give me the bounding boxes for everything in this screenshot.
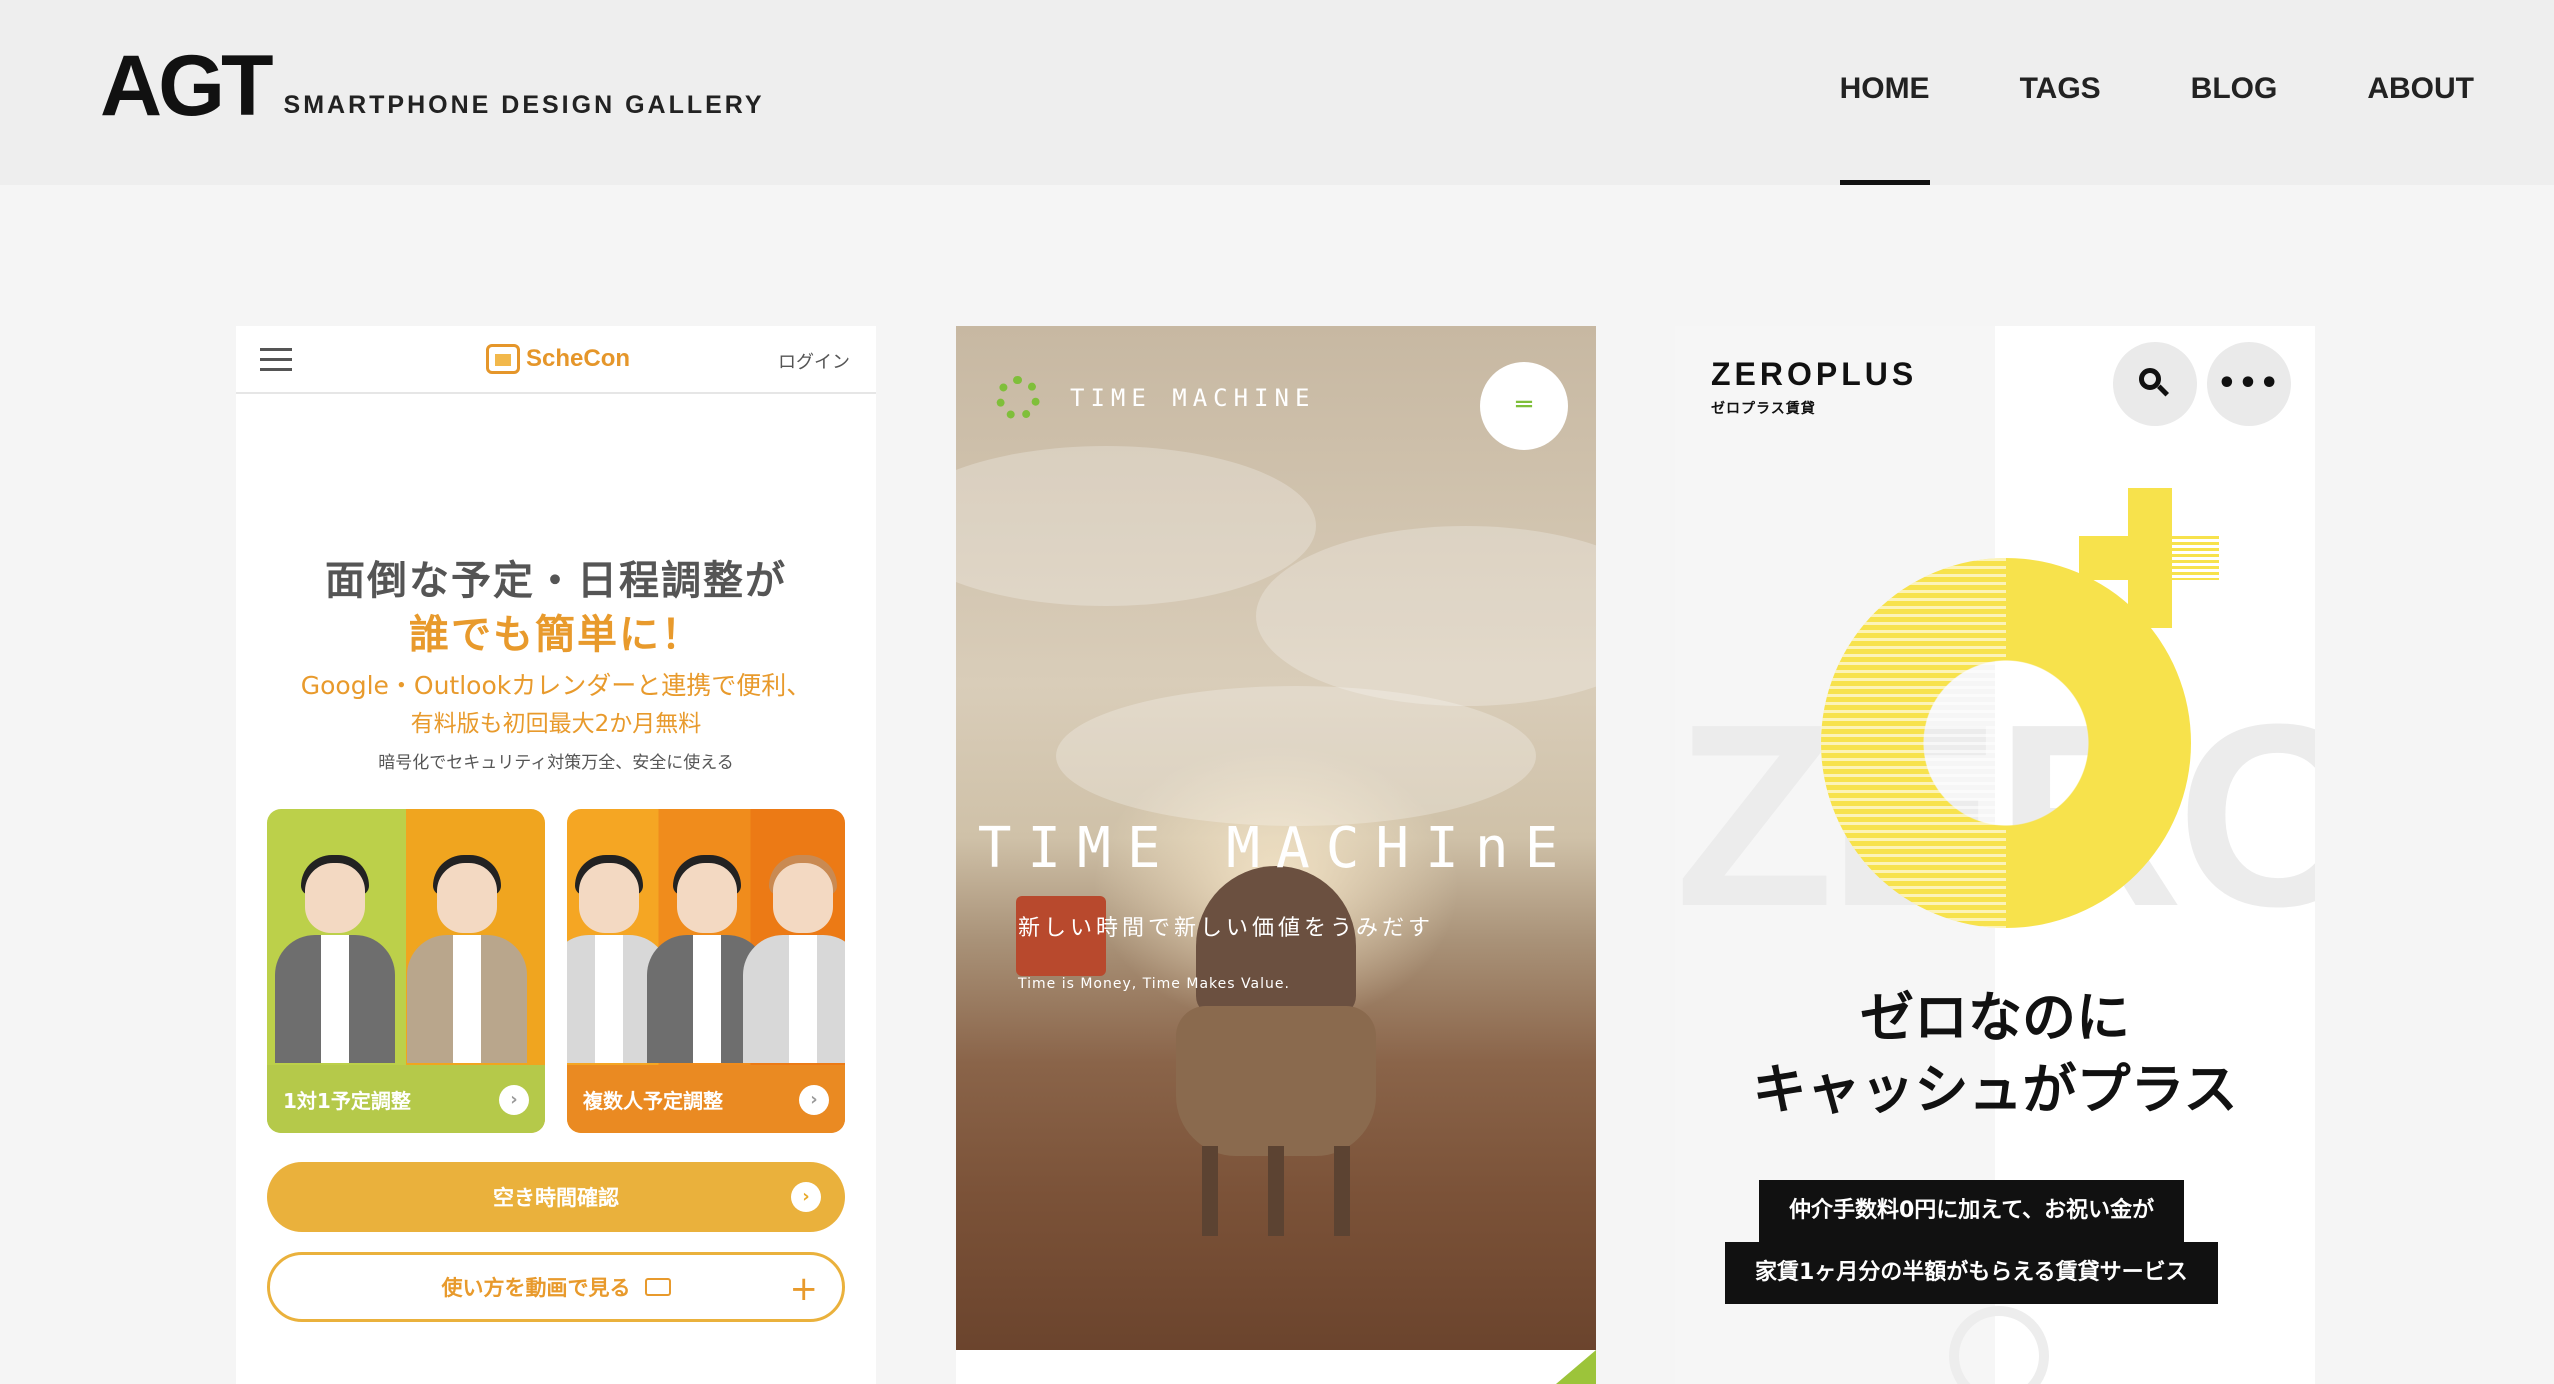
watch-video-button: 使い方を動画で見る + [267,1252,845,1322]
plus-icon: + [789,1269,819,1309]
button-label: 使い方を動画で見る [441,1276,631,1300]
nav-tags[interactable]: TAGS [2020,0,2101,185]
search-icon [2113,342,2197,426]
nav-blog[interactable]: BLOG [2191,0,2278,185]
more-icon: ••• [2207,342,2291,426]
brand-name: ZEROPLUS [1711,356,1918,392]
gallery-card-schecon[interactable]: ScheCon ログイン 面倒な予定・日程調整が 誰でも簡単に！ Google・… [236,326,876,1384]
menu-icon: ═ [1480,362,1568,450]
hero-title: TIME MACHInE [977,816,1575,881]
robot-leg [1334,1146,1350,1236]
site-header: AGT SMARTPHONE DESIGN GALLERY HOME TAGS … [0,0,2554,185]
tile-footer: 複数人予定調整 › [567,1065,845,1133]
gallery-card-zeroplus[interactable]: ZERO ZEROPLUS ゼロプラス賃貸 ••• ゼロなのに キャッシュがプラ… [1675,326,2315,1384]
tile-footer: 1対1予定調整 › [267,1065,545,1133]
headline-line-2: 誰でも簡単に！ [409,612,703,658]
brand-name: ScheCon [526,345,631,372]
tile-one-on-one: 1対1予定調整 › [267,809,545,1133]
tile-group: 複数人予定調整 › [567,809,845,1133]
subtext-1: Google・Outlookカレンダーと連携で便利、 [300,671,812,700]
headline-line-1: ゼロなのに [1860,986,2130,1049]
tile-label: 1対1予定調整 [283,1088,411,1113]
card-topbar: ScheCon ログイン [236,326,876,394]
logo-mark: AGT [100,38,274,134]
cloud [956,446,1316,606]
person-illustration [275,855,395,1063]
main-nav: HOME TAGS BLOG ABOUT [1750,0,2474,185]
video-icon [644,1278,671,1296]
robot-leg [1268,1146,1284,1236]
headline: ゼロなのに キャッシュがプラス [1675,982,2315,1126]
nav-home[interactable]: HOME [1839,0,1930,185]
logo-tagline: SMARTPHONE DESIGN GALLERY [283,91,765,119]
dots-logo-icon [996,376,1040,420]
cloud [1256,526,1596,706]
tagline-2: 家賃1ヶ月分の半額がもらえる賃貸サービス [1725,1242,2218,1304]
nav-about[interactable]: ABOUT [2367,0,2474,185]
headline-line-2: キャッシュがプラス [1752,1058,2238,1121]
card-brand: TIME MACHINE [996,376,1315,420]
calendar-icon [486,344,520,374]
arrow-right-icon: › [799,1085,829,1115]
hero-tagline: Time is Money, Time Makes Value. [1018,976,1290,992]
hero-subtitle: 新しい時間で新しい価値をうみだす [1018,916,1435,941]
plus-stripe-graphic [2172,536,2219,580]
arrow-right-icon: › [499,1085,529,1115]
check-availability-button: 空き時間確認 › [267,1162,845,1232]
headline-line-1: 面倒な予定・日程調整が [325,558,787,604]
robot-leg [1202,1146,1218,1236]
subtext-2: 有料版も初回最大2か月無料 [410,711,702,737]
gallery-card-time-machine[interactable]: TIME MACHINE ═ TIME MACHInE 新しい時間で新しい価値を… [956,326,1596,1384]
hamburger-icon [260,348,292,372]
person-illustration [407,855,527,1063]
login-link: ログイン [778,352,850,373]
person-illustration [743,855,845,1063]
tile-label: 複数人予定調整 [583,1088,723,1113]
card-brand: ScheCon [486,344,630,374]
arrow-right-icon: › [791,1182,821,1212]
brand-name: TIME MACHINE [1070,384,1316,412]
corner-accent [1556,1350,1596,1384]
button-label: 空き時間確認 [493,1186,619,1210]
cloud [1056,686,1536,826]
tagline-1: 仲介手数料0円に加えて、お祝い金が [1759,1180,2185,1242]
brand-subtitle: ゼロプラス賃貸 [1711,401,1816,417]
robot-body [1176,1006,1376,1156]
subtext-3: 暗号化でセキュリティ対策万全、安全に使える [378,753,734,773]
site-logo[interactable]: AGT SMARTPHONE DESIGN GALLERY [100,38,765,134]
